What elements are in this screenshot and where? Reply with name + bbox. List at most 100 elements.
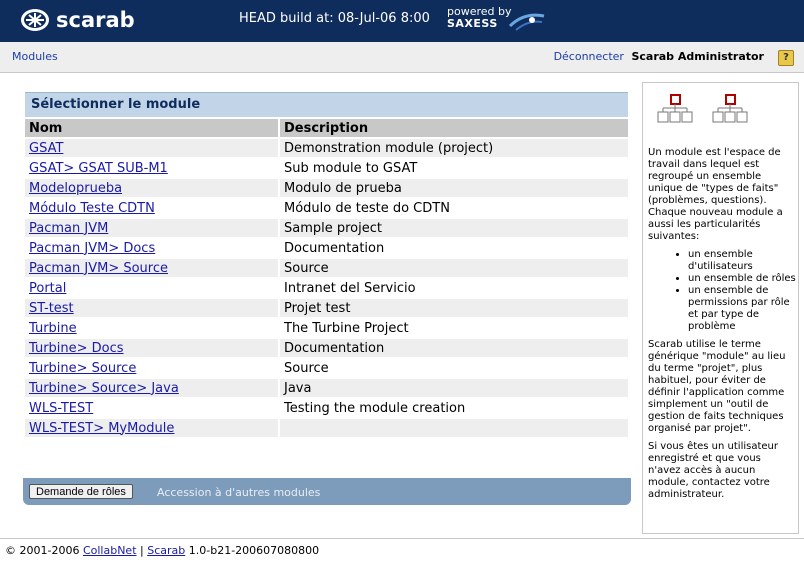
user-area: Déconnecter Scarab Administrator bbox=[554, 50, 764, 63]
powered-by: powered by SAXESS bbox=[447, 6, 512, 30]
help-paragraph-2: Scarab utilise le terme générique "modul… bbox=[648, 339, 786, 434]
action-bar: Demande de rôles Accession à d'autres mo… bbox=[23, 478, 631, 505]
module-name-cell: Pacman JVM> Docs bbox=[25, 239, 278, 257]
collabnet-link[interactable]: CollabNet bbox=[83, 544, 137, 557]
help-bullet: un ensemble de permissions par rôle et p… bbox=[688, 285, 796, 333]
help-bullet: un ensemble de rôles bbox=[688, 273, 796, 285]
module-link[interactable]: ST-test bbox=[29, 301, 74, 316]
module-link[interactable]: Turbine bbox=[29, 321, 77, 336]
module-name-cell: Turbine bbox=[25, 319, 278, 337]
table-row: Turbine> Source> Java Java bbox=[25, 379, 628, 397]
help-bullets: un ensemble d'utilisateurs un ensemble d… bbox=[648, 249, 796, 333]
module-select-panel: Sélectionner le module Nom Description G… bbox=[25, 92, 628, 439]
module-description-cell: Source bbox=[280, 259, 628, 277]
table-row: ST-test Projet test bbox=[25, 299, 628, 317]
app-name: scarab bbox=[56, 8, 135, 32]
column-header-name: Nom bbox=[25, 119, 278, 137]
request-roles-button[interactable]: Demande de rôles bbox=[29, 484, 133, 499]
module-link[interactable]: Turbine> Source> Java bbox=[29, 381, 179, 396]
modules-link[interactable]: Modules bbox=[12, 50, 58, 63]
module-description-cell: Sub module to GSAT bbox=[280, 159, 628, 177]
modules-table: Nom Description GSAT Demonstration module… bbox=[23, 117, 630, 439]
module-link[interactable]: Pacman JVM bbox=[29, 221, 108, 236]
nav-bar: Modules Déconnecter Scarab Administrator bbox=[0, 42, 804, 73]
module-name-cell: Turbine> Source> Java bbox=[25, 379, 278, 397]
module-description-cell: Módulo de teste do CDTN bbox=[280, 199, 628, 217]
table-row: Modeloprueba Modulo de prueba bbox=[25, 179, 628, 197]
logout-link[interactable]: Déconnecter bbox=[554, 50, 624, 63]
module-link[interactable]: Pacman JVM> Docs bbox=[29, 241, 155, 256]
app-header: scarab HEAD build at: 08-Jul-06 8:00 pow… bbox=[0, 0, 804, 42]
user-name: Scarab Administrator bbox=[631, 50, 764, 63]
table-row: Pacman JVM> Docs Documentation bbox=[25, 239, 628, 257]
module-name-cell: Portal bbox=[25, 279, 278, 297]
module-link[interactable]: WLS-TEST bbox=[29, 401, 93, 416]
module-link[interactable]: Pacman JVM> Source bbox=[29, 261, 168, 276]
scarab-beetle-icon bbox=[20, 8, 50, 32]
module-link[interactable]: Portal bbox=[29, 281, 66, 296]
help-bullet: un ensemble d'utilisateurs bbox=[688, 249, 796, 273]
help-icon[interactable]: ? bbox=[778, 50, 794, 66]
table-row: GSAT Demonstration module (project) bbox=[25, 139, 628, 157]
table-header-row: Nom Description bbox=[25, 119, 628, 137]
scarab-logo[interactable]: scarab bbox=[20, 8, 135, 32]
module-description-cell: Documentation bbox=[280, 339, 628, 357]
module-name-cell: Módulo Teste CDTN bbox=[25, 199, 278, 217]
module-name-cell: GSAT> GSAT SUB-M1 bbox=[25, 159, 278, 177]
modules-table-body: GSAT Demonstration module (project) GSAT> … bbox=[25, 139, 628, 437]
table-row: Turbine> Source Source bbox=[25, 359, 628, 377]
table-row: WLS-TEST Testing the module creation bbox=[25, 399, 628, 417]
table-row: Turbine> Docs Documentation bbox=[25, 339, 628, 357]
module-description-cell: The Turbine Project bbox=[280, 319, 628, 337]
module-name-cell: Pacman JVM bbox=[25, 219, 278, 237]
module-description-cell: Projet test bbox=[280, 299, 628, 317]
table-row: Módulo Teste CDTN Módulo de teste do CDTN bbox=[25, 199, 628, 217]
table-row: WLS-TEST> MyModule bbox=[25, 419, 628, 437]
copyright: © 2001-2006 bbox=[5, 544, 83, 557]
module-link[interactable]: Módulo Teste CDTN bbox=[29, 201, 155, 216]
version: 1.0-b21-200607080800 bbox=[185, 544, 320, 557]
module-name-cell: Turbine> Source bbox=[25, 359, 278, 377]
module-name-cell: GSAT bbox=[25, 139, 278, 157]
module-name-cell: Pacman JVM> Source bbox=[25, 259, 278, 277]
module-name-cell: Turbine> Docs bbox=[25, 339, 278, 357]
table-row: Pacman JVM Sample project bbox=[25, 219, 628, 237]
module-description-cell: Java bbox=[280, 379, 628, 397]
page-footer: © 2001-2006 CollabNet | Scarab 1.0-b21-2… bbox=[0, 538, 804, 570]
module-description-cell bbox=[280, 419, 628, 437]
module-link[interactable]: Turbine> Docs bbox=[29, 341, 124, 356]
build-info: HEAD build at: 08-Jul-06 8:00 bbox=[239, 11, 430, 26]
module-name-cell: Modeloprueba bbox=[25, 179, 278, 197]
module-link[interactable]: WLS-TEST> MyModule bbox=[29, 421, 174, 436]
access-text: Accession à d'autres modules bbox=[157, 486, 321, 499]
module-description-cell: Intranet del Servicio bbox=[280, 279, 628, 297]
module-name-cell: WLS-TEST bbox=[25, 399, 278, 417]
powered-company: SAXESS bbox=[447, 17, 498, 30]
table-row: Pacman JVM> Source Source bbox=[25, 259, 628, 277]
help-paragraph-1: Un module est l'espace de travail dans l… bbox=[648, 147, 783, 242]
module-description-cell: Modulo de prueba bbox=[280, 179, 628, 197]
column-header-description: Description bbox=[280, 119, 628, 137]
panel-title: Sélectionner le module bbox=[25, 92, 628, 117]
table-row: GSAT> GSAT SUB-M1 Sub module to GSAT bbox=[25, 159, 628, 177]
saxess-swoosh-icon bbox=[508, 10, 546, 36]
module-description-cell: Testing the module creation bbox=[280, 399, 628, 417]
help-paragraph-3: Si vous êtes un utilisateur enregistré e… bbox=[648, 441, 778, 500]
module-link[interactable]: GSAT> GSAT SUB-M1 bbox=[29, 161, 168, 176]
module-hierarchy-icons bbox=[657, 93, 757, 137]
footer-text: © 2001-2006 CollabNet | Scarab 1.0-b21-2… bbox=[5, 544, 319, 557]
module-link[interactable]: GSAT bbox=[29, 141, 63, 156]
module-description-cell: Source bbox=[280, 359, 628, 377]
table-row: Turbine The Turbine Project bbox=[25, 319, 628, 337]
help-sidebar: Un module est l'espace de travail dans l… bbox=[642, 82, 799, 534]
module-link[interactable]: Modeloprueba bbox=[29, 181, 122, 196]
module-description-cell: Demonstration module (project) bbox=[280, 139, 628, 157]
module-tree-icon bbox=[657, 94, 748, 123]
module-link[interactable]: Turbine> Source bbox=[29, 361, 136, 376]
help-text: Un module est l'espace de travail dans l… bbox=[648, 147, 796, 507]
module-name-cell: WLS-TEST> MyModule bbox=[25, 419, 278, 437]
scarab-link[interactable]: Scarab bbox=[147, 544, 185, 557]
footer-separator: | bbox=[136, 544, 148, 557]
module-name-cell: ST-test bbox=[25, 299, 278, 317]
module-description-cell: Sample project bbox=[280, 219, 628, 237]
